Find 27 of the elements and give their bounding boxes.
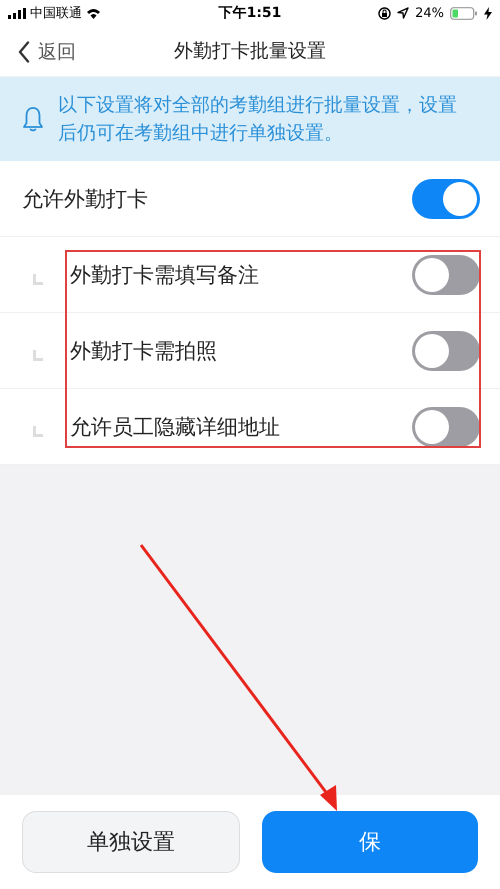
status-time: 下午1:51 [218, 4, 282, 22]
wifi-icon [86, 8, 101, 18]
rotation-lock-icon [378, 6, 392, 20]
toggle-switch[interactable] [412, 330, 480, 370]
indent-corner-icon [33, 350, 43, 361]
bell-icon [22, 106, 44, 132]
toggle-switch[interactable] [412, 406, 480, 446]
setting-label: 允许外勤打卡 [22, 186, 148, 212]
charging-icon [484, 6, 492, 20]
indent-corner-icon [33, 426, 43, 437]
back-button[interactable]: 返回 [18, 39, 76, 65]
setting-label: 允许员工隐藏详细地址 [70, 414, 281, 440]
notice-text: 以下设置将对全部的考勤组进行批量设置，设置后仍可在考勤组中进行单独设置。 [58, 93, 458, 146]
toggle-switch[interactable] [412, 178, 480, 218]
chevron-left-icon [18, 41, 30, 63]
save-button[interactable]: 保 [262, 811, 478, 873]
indent-corner-icon [33, 274, 43, 285]
battery-percent: 24% [415, 6, 444, 20]
page-title: 外勤打卡批量设置 [174, 39, 326, 64]
toggle-switch[interactable] [412, 254, 480, 294]
battery-icon [450, 6, 478, 20]
setting-label: 外勤打卡需填写备注 [70, 262, 260, 288]
location-icon [397, 7, 410, 19]
setting-label: 外勤打卡需拍照 [70, 338, 218, 364]
signal-icon [8, 8, 26, 18]
action-button[interactable]: 单独设置 [22, 811, 240, 873]
carrier-name: 中国联通 [30, 5, 82, 22]
